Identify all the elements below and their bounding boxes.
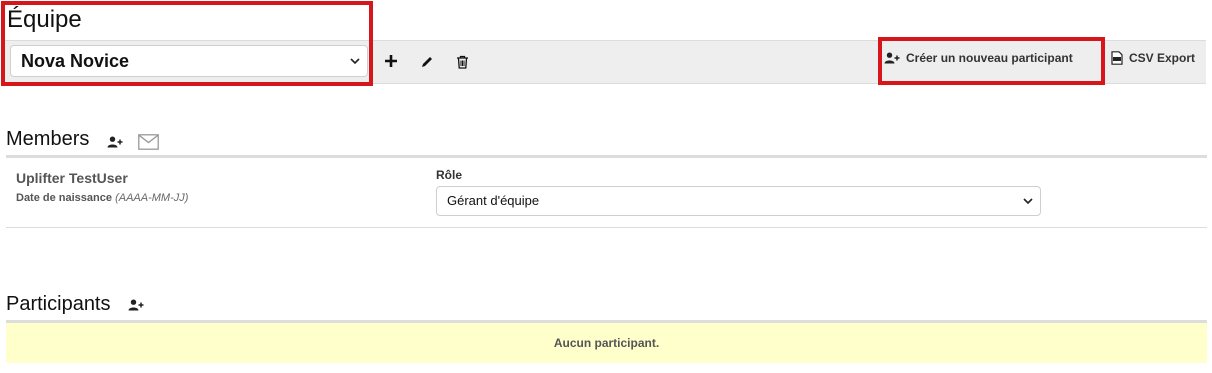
role-select[interactable]: Gérant d'équipe [436,186,1041,216]
add-member-button[interactable] [104,131,126,153]
add-user-icon [884,52,900,64]
create-participant-button[interactable]: Créer un nouveau participant [884,44,1073,72]
edit-team-button[interactable] [416,51,438,73]
participants-heading: Participants [6,293,111,315]
delete-team-button[interactable] [451,51,473,73]
empty-participants-text: Aucun participant. [553,336,660,350]
chevron-down-icon [350,58,360,65]
members-divider [6,155,1207,158]
envelope-icon [137,134,159,150]
empty-participants-message: Aucun participant. [6,323,1207,363]
add-user-icon [107,136,123,148]
date-of-birth-label: Date de naissance (AAAA-MM-JJ) [16,192,188,204]
members-heading: Members [6,128,90,150]
csv-export-label: CSV Export [1129,51,1196,65]
chevron-down-icon [1023,198,1033,205]
member-row-divider [6,227,1207,228]
csv-file-icon [1111,51,1123,65]
date-of-birth-text: Date de naissance [16,192,112,204]
add-team-button[interactable] [380,50,402,72]
page-title: Équipe [7,6,82,33]
csv-export-button[interactable]: CSV Export [1111,44,1195,72]
role-select-value: Gérant d'équipe [447,193,540,208]
team-select[interactable]: Nova Novice [10,45,368,77]
pencil-icon [422,57,432,67]
trash-icon [456,55,468,69]
email-members-button[interactable] [137,131,159,153]
create-participant-label: Créer un nouveau participant [906,51,1073,65]
plus-icon [385,55,397,67]
date-format-hint: (AAAA-MM-JJ) [115,192,189,204]
member-name: Uplifter TestUser [16,170,128,186]
add-user-icon [128,299,144,311]
add-participant-button[interactable] [125,294,147,316]
team-select-value: Nova Novice [21,51,130,71]
role-label: Rôle [436,168,463,182]
